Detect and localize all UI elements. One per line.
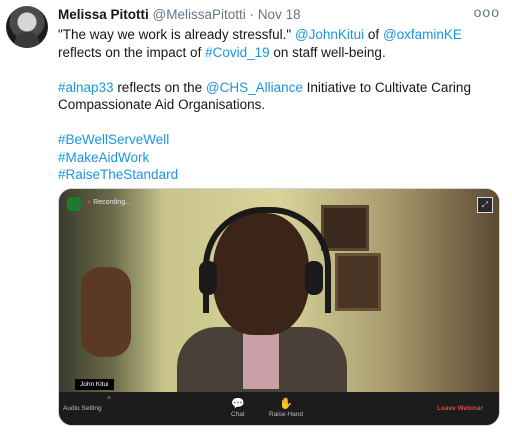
headphones (203, 207, 331, 313)
speaker-name-tag: John Kitui (75, 379, 114, 390)
more-options-icon[interactable]: ooo (474, 4, 500, 20)
mention-chs-alliance[interactable]: @CHS_Alliance (206, 80, 303, 95)
hashtag-bewellservewell[interactable]: #BeWellServeWell (58, 131, 498, 149)
tweet-date[interactable]: Nov 18 (258, 7, 301, 22)
headphone-cup (305, 261, 323, 295)
separator: · (249, 7, 255, 22)
display-name[interactable]: Melissa Pitotti (58, 7, 149, 22)
chat-button[interactable]: 💬 Chat (231, 398, 245, 418)
text-segment: "The way we work is already stressful." (58, 27, 295, 42)
speaker-hand (81, 267, 131, 357)
raise-hand-label: Raise Hand (269, 411, 303, 418)
text-segment: on staff well-being. (269, 44, 386, 60)
tweet-text: "The way we work is already stressful." … (58, 26, 498, 201)
speaker-video (81, 207, 347, 392)
avatar[interactable] (6, 6, 48, 48)
audio-setting-button[interactable]: ^ Audio Setting (63, 395, 111, 412)
recording-label: Recording... (93, 199, 131, 206)
recording-indicator: ● Recording... (87, 199, 131, 206)
hand-icon: ✋ (279, 398, 293, 410)
chevron-up-icon[interactable]: ^ (107, 395, 111, 404)
leave-webinar-button[interactable]: Leave Webinar (437, 405, 483, 412)
tweet-paragraph-1: "The way we work is already stressful." … (58, 26, 498, 61)
hashtag-alnap33[interactable]: #alnap33 (58, 80, 114, 95)
raise-hand-button[interactable]: ✋ Raise Hand (269, 398, 303, 418)
audio-setting-label: Audio Setting (63, 405, 102, 412)
mention-oxfaminke[interactable]: @oxfaminKE (383, 27, 462, 42)
hashtag-list: #BeWellServeWell #MakeAidWork #RaiseTheS… (58, 131, 498, 184)
speaker-shirt (243, 329, 279, 389)
text-segment: of (364, 27, 383, 42)
tweet-paragraph-2: #alnap33 reflects on the @CHS_Alliance I… (58, 79, 498, 114)
recording-dot-icon: ● (87, 199, 92, 206)
text-segment: reflects on the (113, 79, 206, 95)
chat-bubble-icon: 💬 (231, 398, 245, 410)
headphone-cup (199, 261, 217, 295)
webinar-toolbar: ^ Audio Setting 💬 Chat ✋ Raise Hand Leav… (59, 392, 499, 425)
video-frame[interactable]: ● Recording... ⤢ John Kitui (59, 189, 499, 392)
hashtag-covid19[interactable]: #Covid_19 (205, 45, 270, 60)
chat-label: Chat (231, 411, 245, 418)
tweet-header: Melissa Pitotti @MelissaPitotti · Nov 18 (58, 7, 301, 22)
hashtag-makeaidwork[interactable]: #MakeAidWork (58, 149, 498, 167)
security-shield-icon (67, 197, 81, 211)
text-segment: reflects on the impact of (58, 44, 206, 60)
handle[interactable]: @MelissaPitotti (153, 7, 246, 22)
hashtag-raisethestandard[interactable]: #RaiseTheStandard (58, 166, 498, 184)
fullscreen-icon[interactable]: ⤢ (477, 197, 493, 213)
mention-johnkitui[interactable]: @JohnKitui (295, 27, 364, 42)
video-embed[interactable]: ● Recording... ⤢ John Kitui ^ Audio Sett… (58, 188, 500, 426)
